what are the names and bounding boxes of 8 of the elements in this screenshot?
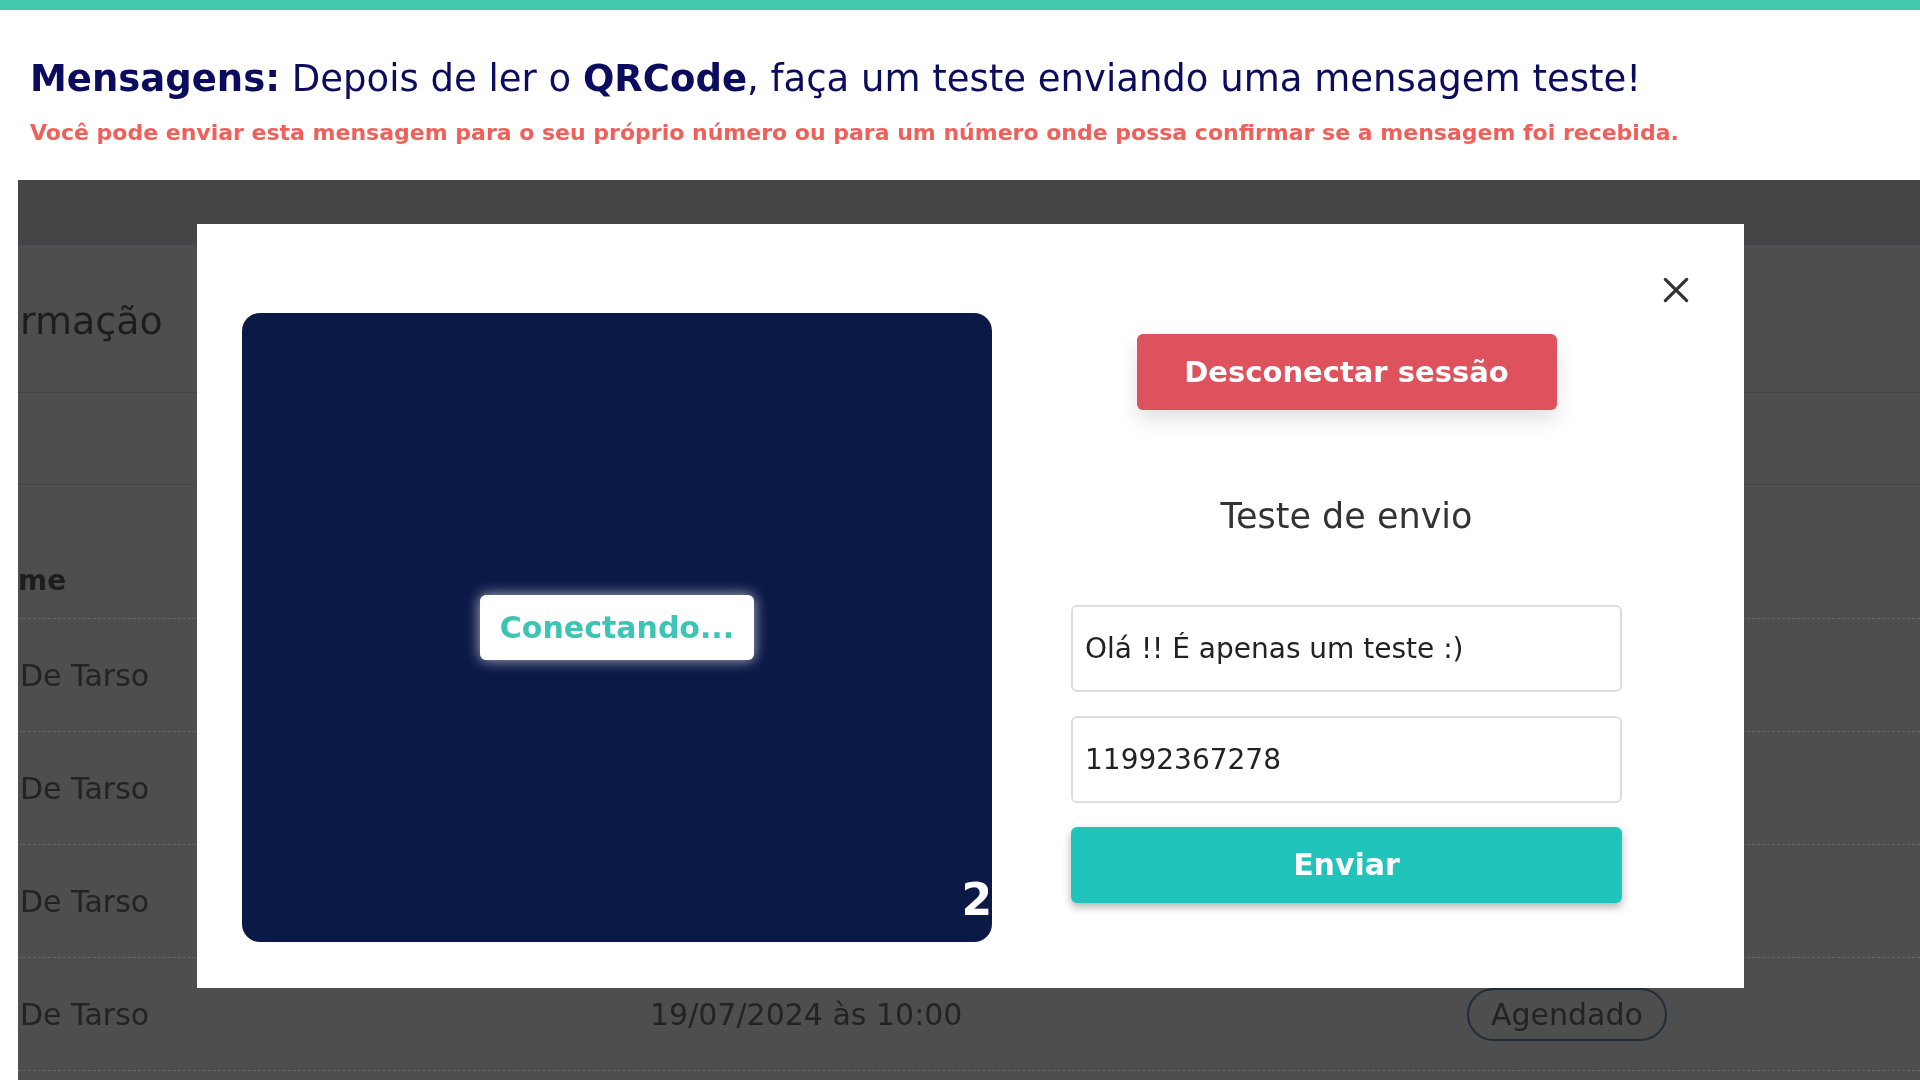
status-chip: Conectando... [479,595,755,661]
note-text: Você pode enviar esta mensagem para o seu próprio número ou para um número onde possa confirmar se a mensagem foi recebida. [30,119,1680,148]
message-field[interactable]: Olá !! É apenas um teste :) [1071,604,1622,692]
disconnect-button[interactable]: Desconectar sessão [1136,334,1557,411]
phone-field[interactable]: 11992367278 [1071,715,1622,803]
corner-digit: 2 [961,878,992,923]
section-title: Teste de envio [1220,495,1473,539]
heading-text: Mensagens: Depois de ler o QRCode, faça um teste enviando uma mensagem teste! [30,56,1643,102]
